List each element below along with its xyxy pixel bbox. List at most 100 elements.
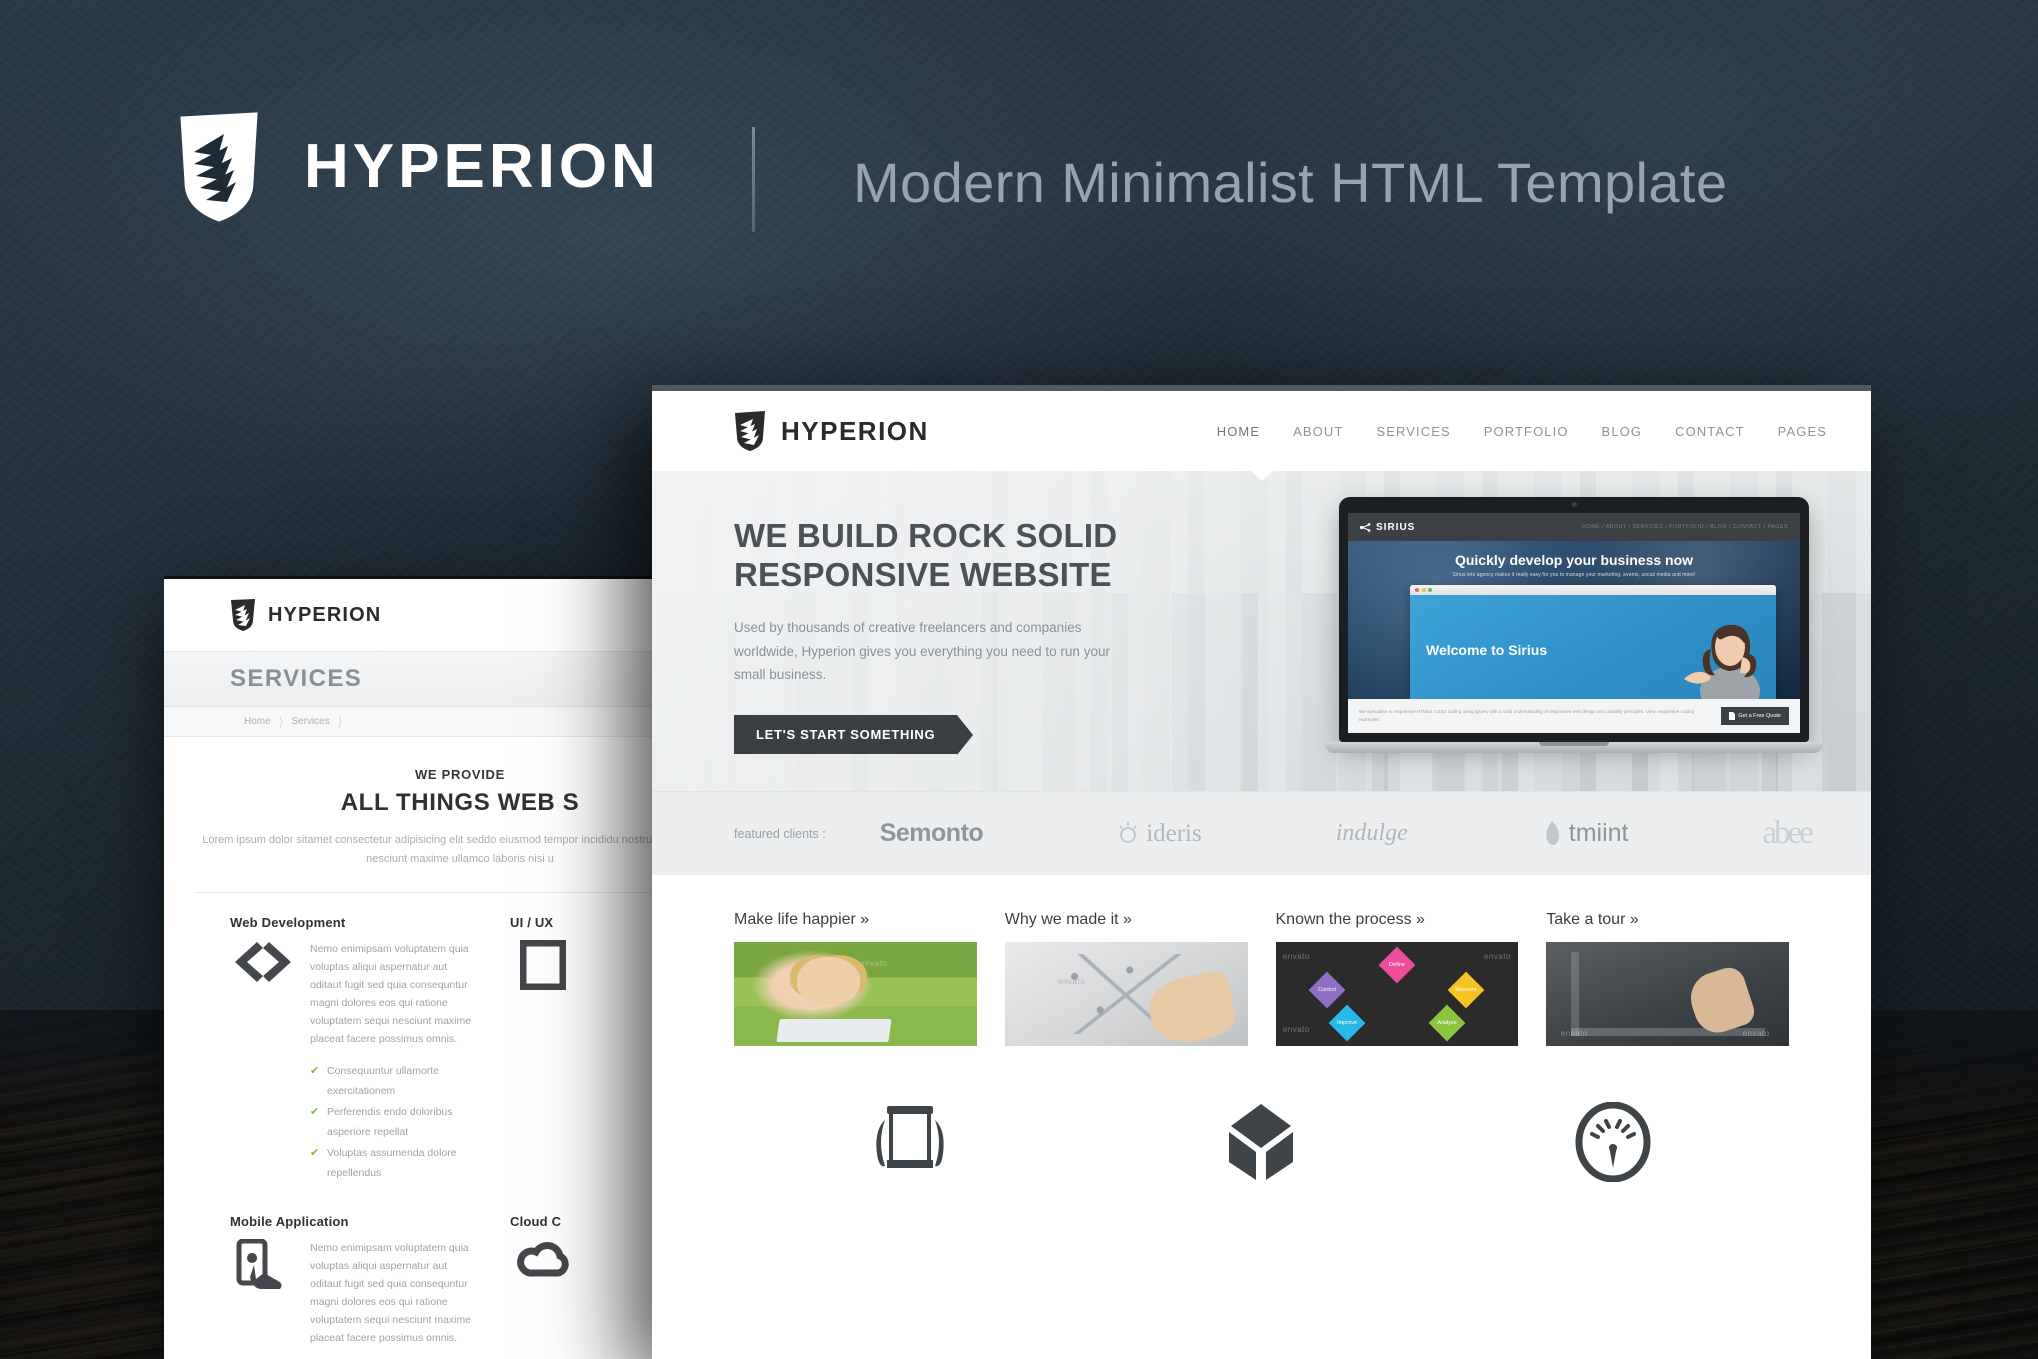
browser-titlebar (1410, 585, 1776, 595)
shield-burst-icon (735, 411, 765, 451)
client-logo-abee-text: abee (1762, 815, 1814, 851)
bottom-icon-row (652, 1046, 1871, 1182)
watermark: envato (1058, 977, 1086, 987)
document-icon (1729, 712, 1736, 720)
cube-box-icon (1229, 1104, 1294, 1180)
nav-item-services[interactable]: SERVICES (1376, 424, 1450, 439)
nav-item-pages[interactable]: PAGES (1778, 424, 1827, 439)
service-description: Nemo enimipsam voluptatem quia voluptas … (310, 942, 472, 1045)
sirius-logo: SIRIUS (1360, 522, 1415, 533)
promo-divider (752, 127, 755, 232)
start-something-button[interactable]: LET'S START SOMETHING (734, 715, 974, 756)
close-icon[interactable] (1415, 588, 1419, 592)
shield-burst-icon (178, 112, 260, 222)
watermark: envato (1282, 952, 1310, 962)
hero-copy: WE BUILD ROCK SOLID RESPONSIVE WEBSITE U… (734, 517, 1134, 756)
nav-item-home[interactable]: HOME (1217, 424, 1260, 439)
feature-column-make-life-happier[interactable]: Make life happier » envato (734, 911, 977, 1046)
laptop-lid: SIRIUS HOME / ABOUT / SERVICES / PORTFOL… (1339, 497, 1809, 742)
feature-column-known-the-process[interactable]: Known the process » envato envato envato… (1275, 911, 1519, 1046)
get-free-quote-label: Get a Free Quote (1738, 713, 1781, 719)
sirius-footer: We specialise in responsive HTML5, CSS3 … (1348, 699, 1800, 733)
girl-with-laptop-photo[interactable]: envato (734, 942, 977, 1046)
watermark: envato (1282, 1024, 1310, 1034)
feature-title[interactable]: Known the process » (1276, 911, 1519, 929)
hero-paragraph: Used by thousands of creative freelancer… (734, 620, 1110, 683)
hero-section: WE BUILD ROCK SOLID RESPONSIVE WEBSITE U… (652, 471, 1871, 791)
laptop-base (1325, 742, 1823, 753)
service-description: Nemo enimipsam voluptatem quia voluptas … (310, 1241, 472, 1344)
dmaic-node-measure: Measure (1448, 971, 1485, 1009)
service-title: Web Development (230, 914, 346, 930)
client-logo-semonto[interactable]: Semonto (879, 819, 984, 848)
maximize-icon[interactable] (1428, 588, 1432, 592)
client-logo-tmiint[interactable]: tmiint (1542, 819, 1629, 848)
featured-clients-bar: featured clients : Semonto ideris indulg… (652, 791, 1871, 875)
feature-title[interactable]: Make life happier » (734, 911, 977, 929)
client-logo-indulge[interactable]: indulge (1336, 820, 1408, 847)
mobile-touch-icon (230, 1238, 296, 1301)
nav-item-contact[interactable]: CONTACT (1675, 424, 1745, 439)
breadcrumb-item-home[interactable]: Home (244, 716, 271, 727)
hero-heading: WE BUILD ROCK SOLID RESPONSIVE WEBSITE (734, 517, 1134, 594)
share-node-icon (1360, 522, 1371, 532)
watermark: envato (860, 958, 888, 968)
breadcrumb-separator-icon: ⟩ (278, 714, 284, 729)
hand-drawing-diagram-photo[interactable]: envato (1004, 942, 1248, 1046)
laptop-mockup: SIRIUS HOME / ABOUT / SERVICES / PORTFOL… (1325, 497, 1823, 753)
sirius-footer-text: We specialise in responsive HTML5, CSS3 … (1359, 708, 1695, 722)
dmaic-node-define: Define (1378, 947, 1416, 984)
service-bullet: Perferendis endo doloribus asperiore rep… (310, 1102, 476, 1143)
service-bullet: Consequuntur ullamorte exercitationem (310, 1061, 476, 1102)
home-nav-menu[interactable]: HOME ABOUT SERVICES PORTFOLIO BLOG CONTA… (1217, 424, 1827, 439)
client-logo-ideris[interactable]: ideris (1117, 820, 1202, 848)
sirius-navbar: SIRIUS HOME / ABOUT / SERVICES / PORTFOL… (1348, 513, 1800, 541)
flame-leaf-icon (1545, 820, 1559, 845)
sirius-heading: Quickly develop your business now (1454, 552, 1694, 568)
service-bullets: Consequuntur ullamorte exercitationem Pe… (310, 1061, 476, 1184)
home-page-window[interactable]: + HYPERION HOME ABOUT SERVICES PORTFOLIO… (652, 385, 1871, 1359)
responsive-tablet-icon (876, 1106, 944, 1168)
feature-title[interactable]: Why we made it » (1005, 911, 1248, 929)
sirius-nav-menu: HOME / ABOUT / SERVICES / PORTFOLIO / BL… (1582, 524, 1788, 530)
watermark: envato (1483, 952, 1511, 962)
home-logo-text: HYPERION (781, 415, 929, 446)
service-card-mobile-application[interactable]: Mobile Application Nemo enimipsam volupt… (230, 1214, 476, 1359)
service-card-web-development[interactable]: Web Development Nemo enimipsam voluptate… (230, 915, 476, 1184)
nav-item-blog[interactable]: BLOG (1602, 424, 1643, 439)
services-logo[interactable]: HYPERION (230, 598, 381, 632)
promo-brand-name: HYPERION (304, 132, 660, 201)
breadcrumb-item-services[interactable]: Services (291, 716, 329, 727)
feature-column-why-we-made-it[interactable]: Why we made it » envato (1004, 911, 1248, 1046)
home-navbar: + HYPERION HOME ABOUT SERVICES PORTFOLIO… (652, 391, 1871, 471)
get-free-quote-button[interactable]: Get a Free Quote (1721, 707, 1789, 725)
client-logo-indulge-text: indulge (1335, 820, 1408, 846)
watermark: envato (1742, 1028, 1770, 1038)
dmaic-node-improve: Improve (1328, 1004, 1366, 1041)
sirius-subheading: Sirius lets agency makes it really easy … (1452, 572, 1696, 578)
laptop-screen: SIRIUS HOME / ABOUT / SERVICES / PORTFOL… (1348, 513, 1800, 733)
service-bullet: Voluptas assumenda dolore repellendus (310, 1143, 476, 1184)
hero-heading-line1: WE BUILD ROCK SOLID (734, 517, 1118, 554)
promo-brand: HYPERION (178, 112, 660, 222)
dmaic-cycle-photo[interactable]: envato envato envato Define Measure Anal… (1275, 942, 1519, 1046)
feature-column-take-a-tour[interactable]: Take a tour » envato envato (1546, 911, 1789, 1046)
home-logo[interactable]: HYPERION (734, 410, 929, 452)
client-logo-tmiint-text: tmiint (1568, 819, 1629, 847)
service-title: Mobile Application (230, 1213, 349, 1229)
sirius-nav-items: HOME / ABOUT / SERVICES / PORTFOLIO / BL… (1582, 524, 1788, 530)
minimize-icon[interactable] (1421, 588, 1426, 592)
client-logo-semonto-text: Semonto (879, 819, 984, 847)
client-logo-abee[interactable]: abee (1762, 815, 1814, 852)
nav-item-portfolio[interactable]: PORTFOLIO (1484, 424, 1569, 439)
layout-frame-icon (510, 939, 576, 1002)
breadcrumb-separator-icon: ⟩ (337, 714, 343, 729)
nav-item-about[interactable]: ABOUT (1293, 424, 1343, 439)
sirius-hero: Quickly develop your business now Sirius… (1348, 541, 1800, 699)
speedometer-gauge-icon (1575, 1102, 1651, 1182)
cloud-icon (510, 1239, 576, 1301)
feature-title[interactable]: Take a tour » (1546, 911, 1789, 929)
woman-presenting-photo (1684, 624, 1760, 699)
code-brackets-icon (230, 940, 296, 1002)
touchscreen-photo[interactable]: envato envato (1546, 942, 1789, 1046)
